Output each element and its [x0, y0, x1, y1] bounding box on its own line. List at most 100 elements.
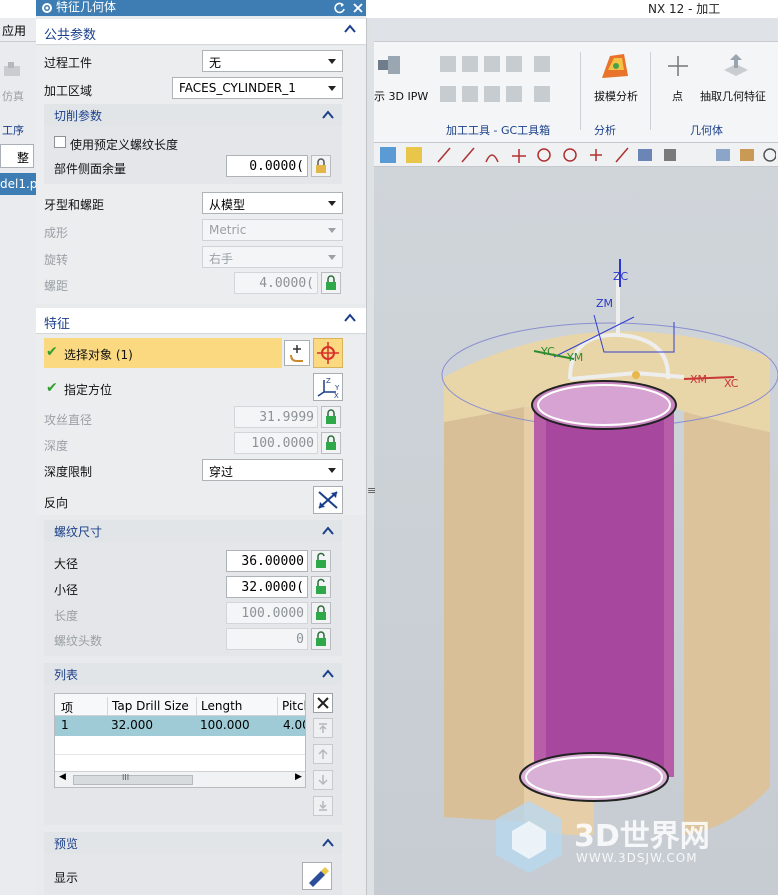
use-predefined-checkbox[interactable] [54, 136, 66, 148]
length-lock[interactable] [311, 602, 331, 624]
extract-geometry-icon[interactable] [720, 50, 752, 82]
tap-diameter-input[interactable]: 31.9999 [234, 406, 318, 428]
ribbon-separator [650, 52, 651, 130]
scroll-left-icon[interactable]: ◀ [59, 772, 66, 782]
table-header-item[interactable]: 项 [57, 697, 103, 717]
panel-splitter[interactable]: ≡ [366, 18, 376, 895]
point-icon[interactable] [666, 54, 690, 78]
gear-icon [42, 3, 52, 13]
table-header-pitch[interactable]: Pitch [277, 697, 305, 717]
add-new-set-button[interactable] [284, 340, 310, 366]
chevron-up-icon[interactable] [344, 312, 356, 324]
length-input[interactable]: 100.0000 [226, 602, 308, 624]
chevron-up-icon[interactable] [322, 668, 334, 680]
major-diameter-input[interactable]: 36.00000 [226, 550, 308, 572]
move-top-button[interactable] [313, 718, 333, 738]
reverse-direction-button[interactable] [313, 486, 343, 514]
close-icon[interactable] [352, 2, 364, 14]
3d-ipw-icon[interactable] [376, 52, 402, 80]
move-down-icon [318, 775, 328, 786]
chevron-up-icon[interactable] [344, 23, 356, 35]
left-input[interactable]: 整 [0, 144, 34, 168]
app-menu-strip: 应用 [0, 18, 36, 42]
depth-input[interactable]: 100.0000 [234, 432, 318, 454]
cut-params-header[interactable]: 切削参数 [44, 104, 342, 126]
side-stock-lock[interactable] [311, 155, 331, 177]
app-menu-label[interactable]: 应用 [2, 22, 26, 39]
crosshair-select-button[interactable] [313, 338, 343, 368]
thread-size-header[interactable]: 螺纹尺寸 [44, 520, 342, 542]
simulate-label[interactable]: 仿真 [2, 88, 24, 104]
table-header-length[interactable]: Length [196, 697, 276, 717]
show-preview-button[interactable] [302, 862, 332, 890]
depth-limit-select[interactable]: 穿过 [202, 459, 343, 481]
list-title: 列表 [54, 668, 79, 682]
depth-lock[interactable] [321, 432, 341, 454]
unlock-icon [316, 552, 326, 568]
thread-starts-input[interactable]: 0 [226, 628, 308, 650]
ribbon-group-gc[interactable]: 加工工具 - GC工具箱 [446, 122, 550, 138]
rotation-select[interactable]: 右手 [202, 246, 343, 268]
tap-diameter-label: 攻丝直径 [44, 413, 93, 427]
common-params-header[interactable]: 公共参数 [36, 19, 366, 45]
graphics-window[interactable]: ZC ZM YC YM XM XC 3D世界网 WWW.3DSJW.COM [374, 167, 778, 895]
dialog-title-bar[interactable]: 特征几何体 [36, 0, 366, 16]
depth-label: 深度 [44, 439, 69, 453]
form-value: Metric [209, 223, 247, 237]
pitch-value: 4.0000( [259, 276, 314, 291]
thread-starts-label: 螺纹头数 [54, 634, 103, 648]
feature-header[interactable]: 特征 [36, 308, 366, 334]
point-caption[interactable]: 点 [672, 88, 683, 104]
chevron-up-icon[interactable] [322, 837, 334, 849]
extract-geometry-caption[interactable]: 抽取几何特征 [700, 88, 766, 104]
minor-diameter-input[interactable]: 32.0000( [226, 576, 308, 598]
pitch-input[interactable]: 4.0000( [234, 272, 318, 294]
pitch-lock[interactable] [321, 272, 341, 294]
file-tab[interactable]: del1.p [0, 173, 37, 195]
chevron-up-icon[interactable] [322, 109, 334, 121]
move-bottom-button[interactable] [313, 796, 333, 816]
ribbon-group-geometry[interactable]: 几何体 [690, 122, 723, 138]
gc-toolbox-icons[interactable] [440, 56, 560, 106]
scroll-right-icon[interactable]: ▶ [295, 772, 302, 782]
move-up-button[interactable] [313, 744, 333, 764]
chevron-up-icon[interactable] [322, 525, 334, 537]
ribbon-group-analysis[interactable]: 分析 [594, 122, 616, 138]
reset-icon[interactable] [334, 2, 346, 14]
table-cell-length: 100.000 [200, 718, 250, 732]
move-to-top-icon [319, 723, 327, 733]
operation-label[interactable]: 工序 [2, 122, 24, 138]
major-diameter-label: 大径 [54, 557, 79, 571]
selection-toolbar-icons[interactable] [380, 146, 776, 164]
scroll-thumb[interactable]: III [73, 773, 193, 785]
3d-ipw-caption[interactable]: 示 3D IPW [374, 88, 428, 104]
minor-diameter-lock[interactable] [311, 576, 331, 598]
thread-table[interactable]: 项 Tap Drill Size Length Pitch 1 32.000 1… [54, 693, 306, 788]
horizontal-scrollbar[interactable]: ◀ III ▶ [55, 771, 305, 787]
draft-analysis-icon[interactable] [598, 50, 632, 84]
add-set-icon [290, 345, 303, 362]
orientation-button[interactable]: ZYX [313, 373, 343, 401]
form-select[interactable]: Metric [202, 219, 343, 241]
thread-type-select[interactable]: 从模型 [202, 192, 343, 214]
ribbon-tab-bar [374, 18, 778, 42]
list-header[interactable]: 列表 [44, 663, 342, 685]
table-cell-tap-drill-size: 32.000 [111, 718, 153, 732]
draft-analysis-caption[interactable]: 拔模分析 [594, 88, 638, 104]
model-cutaway[interactable] [374, 167, 778, 895]
select-object-row[interactable]: ✔ 选择对象 (1) [44, 338, 282, 368]
major-diameter-lock[interactable] [311, 550, 331, 572]
tap-diameter-lock[interactable] [321, 406, 341, 428]
dialog-title: 特征几何体 [56, 0, 117, 14]
in-process-workpiece-select[interactable]: 无 [202, 50, 343, 72]
simulate-icon[interactable] [2, 60, 24, 80]
move-down-button[interactable] [313, 770, 333, 790]
checkmark-icon: ✔ [46, 344, 58, 360]
delete-row-button[interactable] [313, 693, 333, 713]
preview-header[interactable]: 预览 [44, 832, 342, 854]
side-stock-input[interactable]: 0.0000( [226, 155, 308, 177]
table-header-tap-drill-size[interactable]: Tap Drill Size [107, 697, 195, 717]
minor-diameter-value: 32.0000( [241, 580, 304, 595]
thread-starts-lock[interactable] [311, 628, 331, 650]
machining-area-select[interactable]: FACES_CYLINDER_1 [172, 77, 343, 99]
